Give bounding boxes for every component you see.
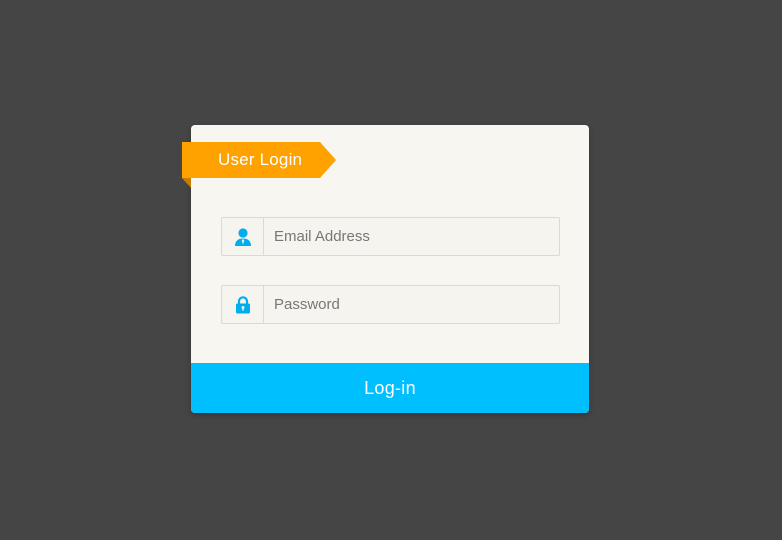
login-title-ribbon: User Login xyxy=(182,142,336,178)
email-field[interactable] xyxy=(221,217,560,256)
login-title: User Login xyxy=(218,150,303,169)
ribbon-fold xyxy=(182,178,191,188)
user-icon xyxy=(222,218,264,255)
email-input[interactable] xyxy=(264,218,559,255)
password-input[interactable] xyxy=(264,286,559,323)
password-field[interactable] xyxy=(221,285,560,324)
lock-icon xyxy=(222,286,264,323)
login-button[interactable]: Log-in xyxy=(191,363,589,413)
